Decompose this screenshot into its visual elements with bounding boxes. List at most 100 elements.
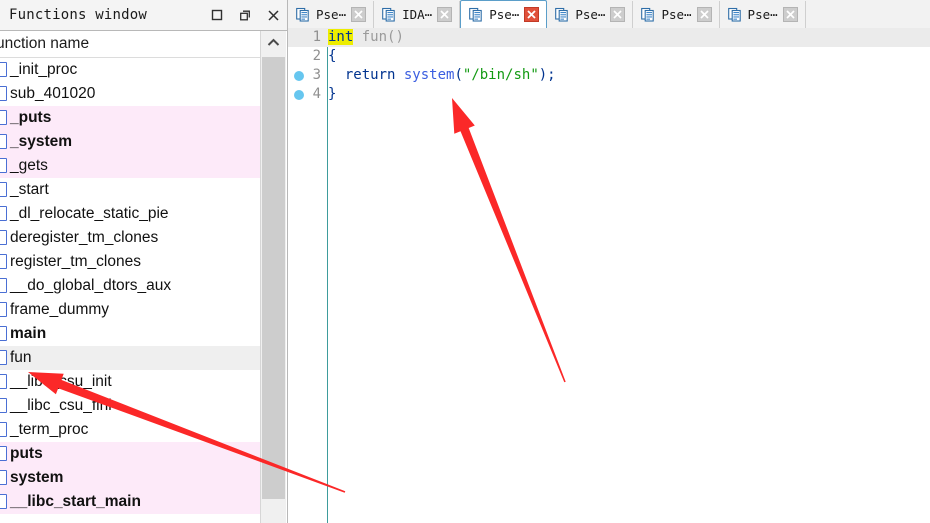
function-list-item[interactable]: __do_global_dtors_aux: [0, 274, 262, 298]
function-list-item[interactable]: main: [0, 322, 262, 346]
function-name-label: _gets: [10, 157, 48, 174]
maximize-icon[interactable]: [203, 0, 231, 30]
functions-list-scrollbar[interactable]: [260, 31, 286, 523]
function-list-item[interactable]: _dl_relocate_static_pie: [0, 202, 262, 226]
column-header-label: unction name: [0, 35, 90, 52]
editor-tab[interactable]: Pse⋯: [288, 1, 375, 28]
code-lines: 1 int fun() 2{3 return system("/bin/sh"); 4…: [288, 28, 930, 104]
function-entry-icon: [0, 182, 7, 197]
scrollbar-thumb[interactable]: [262, 57, 285, 499]
function-entry-icon: [0, 446, 7, 461]
function-list-item[interactable]: _puts: [0, 106, 262, 130]
line-number: 2: [312, 48, 321, 64]
close-icon[interactable]: [696, 7, 712, 22]
code-token: );: [538, 67, 556, 83]
function-entry-icon: [0, 278, 7, 293]
function-entry-icon: [0, 134, 7, 149]
code-token: }: [328, 86, 337, 102]
code-token: {: [328, 48, 337, 64]
tab-label: Pse⋯: [747, 7, 778, 22]
function-list-item[interactable]: deregister_tm_clones: [0, 226, 262, 250]
function-entry-icon: [0, 62, 7, 77]
chevron-up-icon[interactable]: [261, 31, 286, 55]
pseudocode-icon: [469, 7, 485, 23]
function-name-label: __do_global_dtors_aux: [10, 277, 172, 294]
function-list-item[interactable]: _term_proc: [0, 418, 262, 442]
code-text: return system("/bin/sh");: [328, 66, 556, 85]
function-list-item[interactable]: fun: [0, 346, 262, 370]
code-line[interactable]: 1 int fun(): [288, 28, 930, 47]
function-entry-icon: [0, 470, 7, 485]
function-entry-icon: [0, 350, 7, 365]
code-token: int: [328, 29, 354, 45]
code-token: (): [387, 29, 404, 45]
function-name-label: _puts: [10, 109, 52, 126]
line-number: 3: [312, 67, 321, 83]
function-list-item[interactable]: system: [0, 466, 262, 490]
close-icon[interactable]: [782, 7, 798, 22]
functions-window-titlebar: Functions window: [0, 0, 288, 31]
editor-tab[interactable]: Pse⋯: [460, 0, 548, 28]
function-entry-icon: [0, 326, 7, 341]
editor-tab[interactable]: Pse⋯: [633, 1, 720, 28]
code-line[interactable]: 4}: [288, 85, 930, 104]
function-list-item[interactable]: register_tm_clones: [0, 250, 262, 274]
restore-icon[interactable]: [231, 0, 259, 30]
code-token: "/bin/sh": [462, 67, 539, 83]
code-token: fun: [361, 29, 388, 45]
function-list-item[interactable]: __libc_csu_init: [0, 370, 262, 394]
function-entry-icon: [0, 86, 7, 101]
close-icon[interactable]: [259, 0, 287, 30]
function-name-label: system: [10, 469, 64, 486]
function-list-item[interactable]: _init_proc: [0, 58, 262, 82]
function-name-label: frame_dummy: [10, 301, 110, 318]
tab-label: Pse⋯: [316, 7, 347, 22]
function-list-item[interactable]: puts: [0, 442, 262, 466]
editor-tab[interactable]: Pse⋯: [719, 1, 806, 28]
editor-tab[interactable]: Pse⋯: [547, 1, 634, 28]
function-list-item[interactable]: sub_401020: [0, 82, 262, 106]
code-token: system: [403, 67, 455, 83]
code-line[interactable]: 2{: [288, 47, 930, 66]
function-entry-icon: [0, 494, 7, 509]
tab-bar: Pse⋯ IDA⋯ Pse⋯ Pse⋯ Pse⋯ Pse⋯: [288, 0, 930, 29]
pseudocode-icon: [296, 7, 312, 23]
line-number: 1: [312, 29, 321, 45]
function-entry-icon: [0, 398, 7, 413]
function-name-label: _init_proc: [10, 61, 78, 78]
close-icon[interactable]: [351, 7, 367, 22]
function-name-label: sub_401020: [10, 85, 96, 102]
code-token: return: [344, 67, 396, 83]
function-list-item[interactable]: frame_dummy: [0, 298, 262, 322]
code-text: {: [328, 47, 336, 66]
close-icon-red[interactable]: [524, 7, 540, 22]
close-icon[interactable]: [437, 7, 453, 22]
pseudocode-icon: [382, 7, 398, 23]
pseudocode-pane: Pse⋯ IDA⋯ Pse⋯ Pse⋯ Pse⋯ Pse⋯ 1 int fun()…: [288, 0, 930, 523]
tab-label: Pse⋯: [575, 7, 606, 22]
function-list-item[interactable]: _gets: [0, 154, 262, 178]
function-list-item[interactable]: _start: [0, 178, 262, 202]
code-line[interactable]: 3 return system("/bin/sh");: [288, 66, 930, 85]
tab-label: Pse⋯: [661, 7, 692, 22]
functions-window: Functions window unction name _init_proc…: [0, 0, 288, 523]
editor-tab[interactable]: IDA⋯: [374, 1, 461, 28]
function-name-label: __libc_start_main: [10, 493, 141, 510]
functions-list[interactable]: _init_proc sub_401020 _puts _system _gets _st…: [0, 58, 262, 523]
line-number: 4: [312, 86, 321, 102]
code-text: int fun(): [328, 28, 404, 47]
functions-window-body: unction name _init_proc sub_401020 _puts _s…: [0, 31, 288, 523]
function-name-label: _dl_relocate_static_pie: [10, 205, 169, 222]
pseudocode-editor[interactable]: 1 int fun() 2{3 return system("/bin/sh"); 4…: [288, 28, 930, 523]
function-name-label: _term_proc: [10, 421, 89, 438]
function-list-item[interactable]: __libc_csu_fini: [0, 394, 262, 418]
function-name-label: deregister_tm_clones: [10, 229, 159, 246]
tab-label: IDA⋯: [402, 7, 433, 22]
close-icon[interactable]: [610, 7, 626, 22]
function-entry-icon: [0, 206, 7, 221]
function-name-column-header[interactable]: unction name: [0, 31, 262, 58]
function-list-item[interactable]: _system: [0, 130, 262, 154]
function-list-item[interactable]: __libc_start_main: [0, 490, 262, 514]
